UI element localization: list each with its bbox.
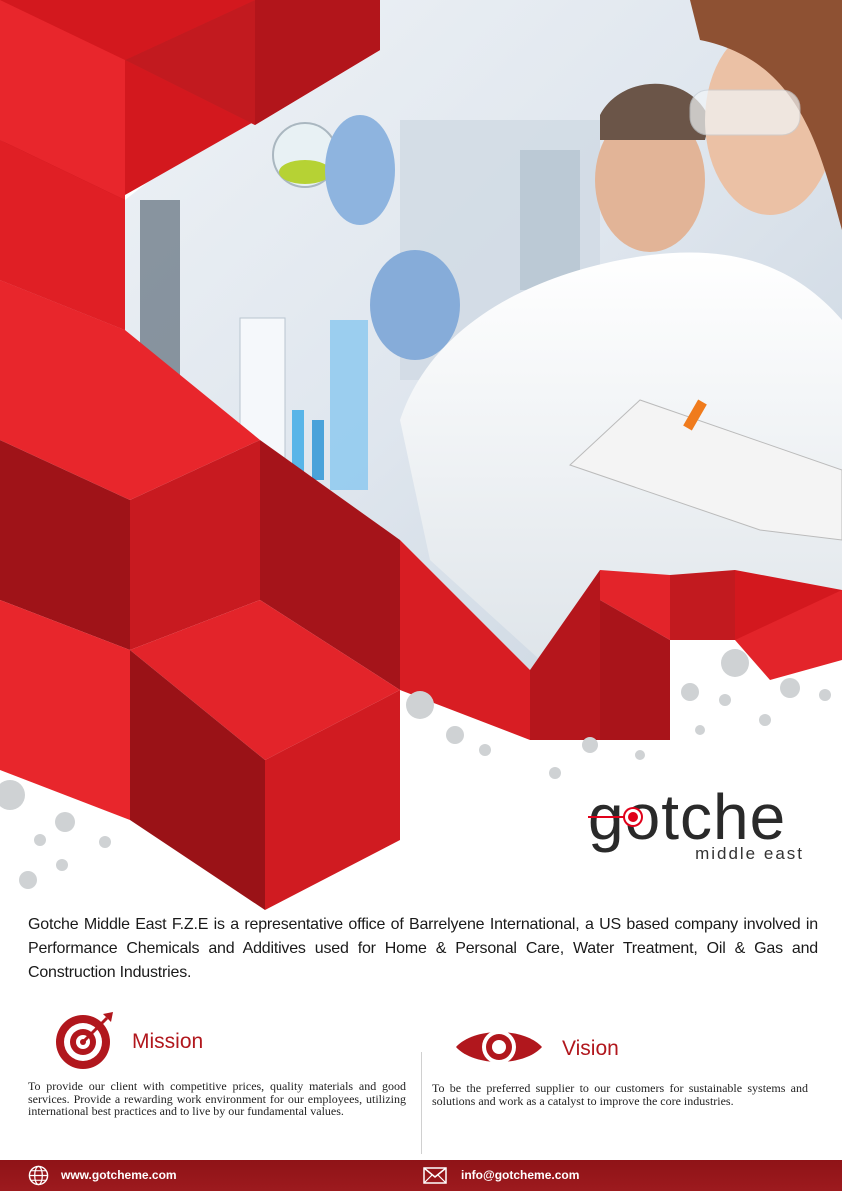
logo-tagline: middle east: [695, 844, 804, 863]
website-link[interactable]: www.gotcheme.com: [61, 1168, 177, 1182]
section-divider: [421, 1052, 422, 1154]
vision-section: Vision To be the preferred supplier to o…: [432, 1025, 812, 1135]
company-logo: gotche middle east: [588, 782, 818, 864]
mission-heading: Mission: [132, 1030, 204, 1053]
hero-artwork: [0, 0, 842, 910]
mission-text: To provide our client with competitive p…: [28, 1079, 406, 1118]
logo-accent-dot: [628, 812, 638, 822]
footer-bar: www.gotcheme.com info@gotcheme.com: [0, 1160, 842, 1191]
mission-section: Mission To provide our client with compe…: [28, 1010, 408, 1140]
vision-text: To be the preferred supplier to our cust…: [432, 1081, 808, 1108]
logo-accent-line: [588, 816, 630, 818]
vision-heading: Vision: [562, 1037, 619, 1060]
intro-paragraph: Gotche Middle East F.Z.E is a representa…: [28, 916, 818, 981]
target-icon: [56, 1012, 113, 1069]
globe-icon: [28, 1165, 49, 1186]
email-link[interactable]: info@gotcheme.com: [461, 1168, 579, 1182]
eye-icon: [456, 1030, 542, 1064]
envelope-icon: [423, 1167, 447, 1184]
